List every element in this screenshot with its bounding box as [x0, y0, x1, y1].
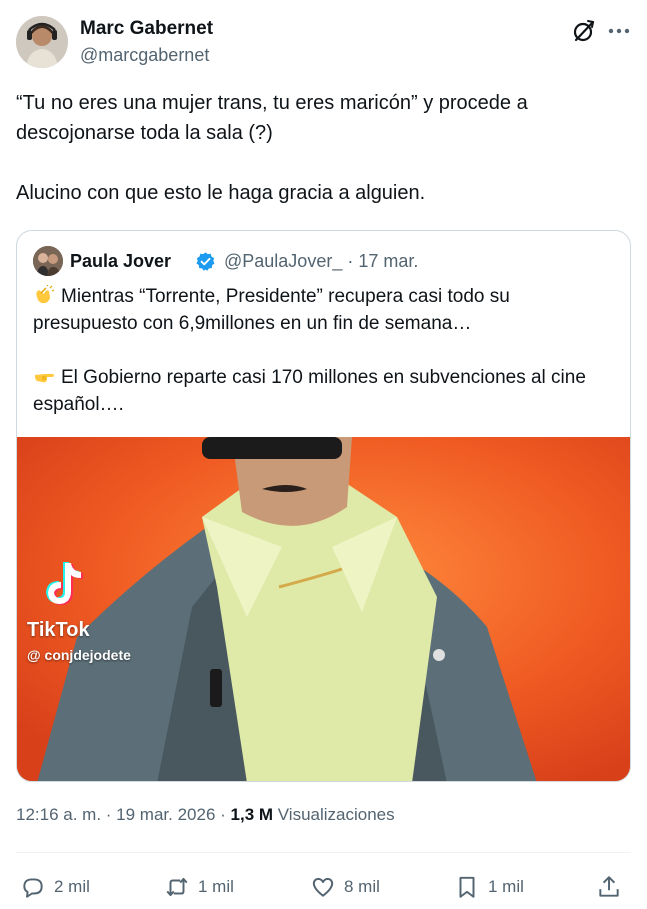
quoted-paragraph-1: Mientras “Torrente, Presidente” recupera…: [33, 283, 618, 337]
timestamp[interactable]: 12:16 a. m. · 19 mar. 2026 ·: [16, 805, 231, 824]
tiktok-brand-text: TikTok: [27, 619, 90, 641]
reply-count: 2 mil: [54, 877, 90, 896]
author-name[interactable]: Marc Gabernet: [80, 18, 213, 40]
quoted-paragraph-1-text: Mientras “Torrente, Presidente” recupera…: [33, 286, 516, 334]
bookmark-icon: [459, 876, 475, 898]
like-count: 8 mil: [344, 877, 380, 896]
author-handle[interactable]: @marcgabernet: [80, 45, 209, 66]
quoted-tweet-body: Mientras “Torrente, Presidente” recupera…: [33, 283, 618, 418]
grok-icon[interactable]: [571, 18, 597, 44]
pointing-right-emoji: [33, 366, 55, 386]
share-button[interactable]: [596, 870, 622, 904]
quoted-media-video[interactable]: TikTok @ conjdejodete: [17, 437, 630, 781]
repost-count: 1 mil: [198, 877, 234, 896]
quoted-author-avatar: [33, 246, 63, 276]
author-avatar[interactable]: [16, 16, 68, 68]
tweet-header: Marc Gabernet @marcgabernet: [16, 14, 631, 70]
views-count: 1,3 M: [230, 805, 274, 824]
quoted-paragraph-2: El Gobierno reparte casi 170 millones en…: [33, 364, 618, 418]
views-label: Visualizaciones: [273, 805, 395, 824]
repost-button[interactable]: 1 mil: [164, 870, 234, 904]
action-bar: 2 mil 1 mil 8 mil 1 mil: [16, 870, 631, 904]
divider: [16, 852, 631, 853]
tweet-body: “Tu no eres una mujer trans, tu eres mar…: [16, 88, 631, 208]
quoted-author-name: Paula Jover: [70, 251, 172, 271]
tiktok-watermark: TikTok @ conjdejodete: [27, 561, 177, 663]
quoted-tweet[interactable]: Paula Jover @PaulaJover_ · 17 mar. Mient…: [16, 230, 631, 782]
tweet-paragraph-2: Alucino con que esto le haga gracia a al…: [16, 182, 426, 204]
share-icon: [599, 876, 619, 897]
clapping-hands-emoji: [33, 284, 55, 305]
reply-icon: [23, 878, 43, 898]
tweet-paragraph-1: “Tu no eres una mujer trans, tu eres mar…: [16, 92, 534, 144]
quoted-handle-date: @PaulaJover_ · 17 mar.: [224, 251, 419, 271]
reply-button[interactable]: 2 mil: [20, 870, 90, 904]
verified-badge-icon: [195, 251, 216, 272]
tiktok-username: @ conjdejodete: [27, 647, 131, 663]
heart-icon: [312, 877, 334, 897]
tweet-meta: 12:16 a. m. · 19 mar. 2026 · 1,3 M Visua…: [16, 805, 395, 825]
more-options-icon[interactable]: [605, 18, 633, 44]
quoted-tweet-header: Paula Jover @PaulaJover_ · 17 mar.: [33, 246, 623, 276]
repost-icon: [166, 877, 188, 897]
quoted-paragraph-2-text: El Gobierno reparte casi 170 millones en…: [33, 367, 592, 415]
like-button[interactable]: 8 mil: [310, 870, 380, 904]
bookmark-count: 1 mil: [488, 877, 524, 896]
bookmark-button[interactable]: 1 mil: [454, 870, 524, 904]
tiktok-logo-icon: [46, 562, 83, 605]
